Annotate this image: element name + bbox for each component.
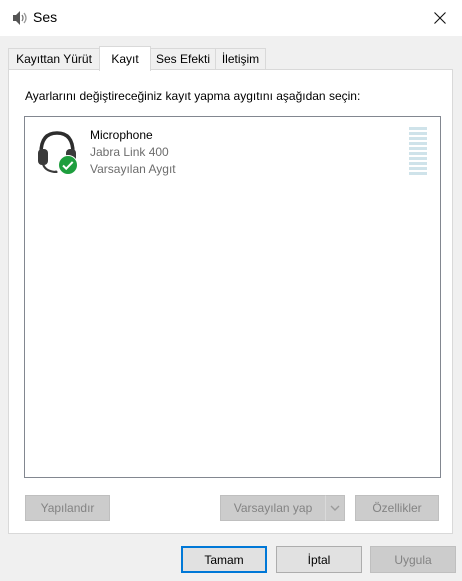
speaker-icon — [13, 11, 27, 25]
list-item[interactable]: Microphone Jabra Link 400 Varsayılan Ayg… — [25, 117, 440, 181]
device-name: Microphone — [90, 128, 153, 142]
close-icon — [434, 12, 446, 24]
set-default-button[interactable]: Varsayılan yap — [220, 495, 326, 521]
chevron-down-icon — [330, 505, 340, 511]
tab-communications[interactable]: İletişim — [215, 48, 266, 69]
level-meter — [409, 127, 427, 175]
device-list[interactable]: Microphone Jabra Link 400 Varsayılan Ayg… — [24, 116, 441, 478]
window-title: Ses — [33, 9, 58, 25]
close-button[interactable] — [418, 0, 462, 36]
device-status: Varsayılan Aygıt — [90, 162, 176, 176]
device-description: Jabra Link 400 — [90, 145, 169, 159]
recording-panel: Ayarlarını değiştireceğiniz kayıt yapma … — [8, 69, 453, 534]
apply-button[interactable]: Uygula — [370, 546, 456, 573]
default-check-icon — [58, 155, 78, 175]
set-default-dropdown[interactable] — [325, 495, 345, 521]
instruction-text: Ayarlarını değiştireceğiniz kayıt yapma … — [25, 89, 361, 103]
tab-sound-effects[interactable]: Ses Efekti — [150, 48, 216, 69]
title-bar: Ses — [0, 0, 462, 36]
properties-button[interactable]: Özellikler — [355, 495, 439, 521]
tab-playback[interactable]: Kayıttan Yürüt — [8, 48, 100, 69]
cancel-button[interactable]: İptal — [276, 546, 362, 573]
configure-button[interactable]: Yapılandır — [25, 495, 110, 521]
ok-button[interactable]: Tamam — [181, 546, 267, 573]
tab-recording[interactable]: Kayıt — [99, 46, 151, 71]
